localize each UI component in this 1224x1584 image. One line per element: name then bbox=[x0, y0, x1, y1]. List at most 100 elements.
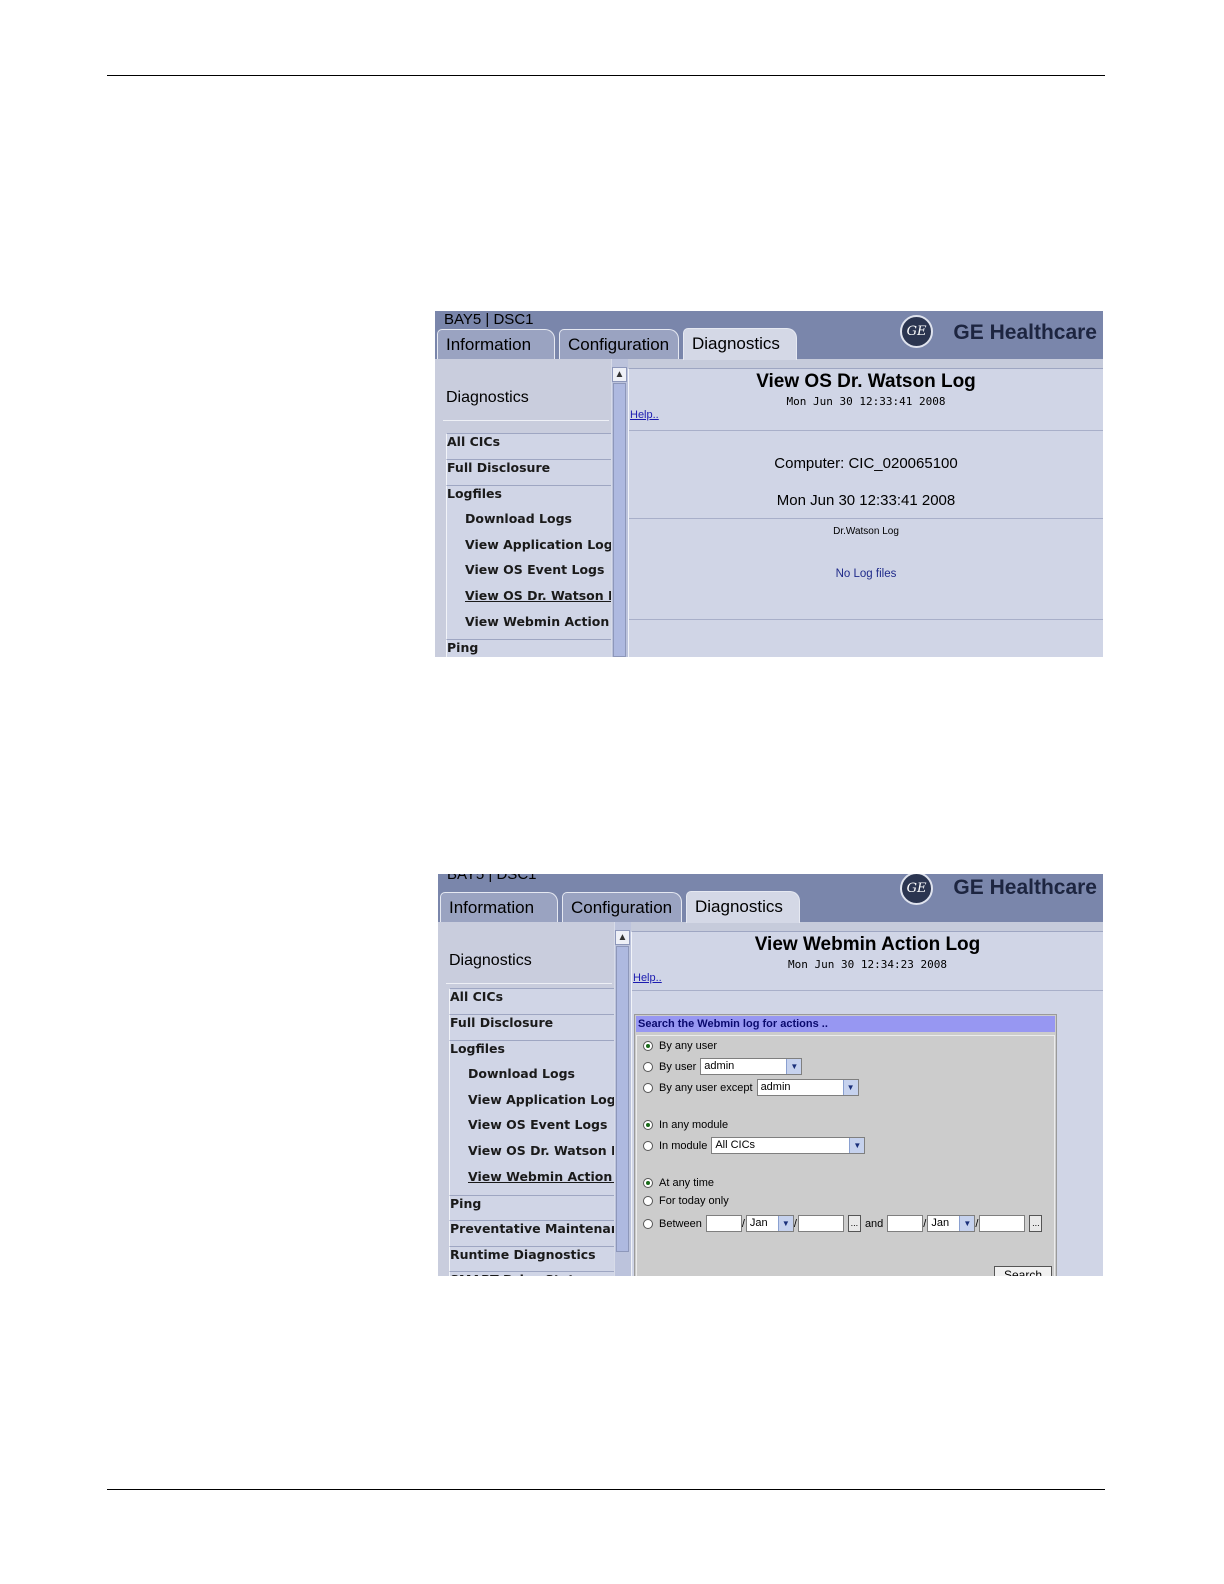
divider bbox=[629, 430, 1103, 431]
sidebar-item-download-logs[interactable]: Download Logs bbox=[468, 1066, 614, 1081]
divider bbox=[629, 619, 1103, 620]
chevron-down-icon: ▼ bbox=[786, 1059, 802, 1074]
help-link[interactable]: Help.. bbox=[633, 972, 662, 984]
radio-at-any-time[interactable] bbox=[643, 1178, 653, 1188]
webmin-action-log-screenshot: BAY5 | DSC1 Information Configuration Di… bbox=[438, 874, 1103, 1276]
sidebar: Diagnostics All CICs Full Disclosure Log… bbox=[435, 359, 612, 657]
radio-by-any-user-except[interactable] bbox=[643, 1082, 653, 1093]
tab-information[interactable]: Information bbox=[437, 329, 555, 359]
radio-between[interactable] bbox=[643, 1218, 653, 1229]
brand-name: GE Healthcare bbox=[953, 876, 1097, 899]
computer-name: Computer: CIC_020065100 bbox=[774, 455, 958, 472]
dr-watson-log-screenshot: BAY5 | DSC1 Information Configuration Di… bbox=[435, 311, 1103, 657]
by-user-label: By user bbox=[659, 1060, 697, 1073]
sidebar-item-view-webmin-action-log[interactable]: View Webmin Action Log bbox=[468, 1169, 614, 1184]
sidebar-item-view-dr-watson-log[interactable]: View OS Dr. Watson Log bbox=[465, 588, 611, 603]
by-user-select-value: admin bbox=[704, 1060, 735, 1072]
from-year-input[interactable] bbox=[797, 1215, 844, 1232]
scroll-thumb[interactable] bbox=[613, 383, 626, 657]
tab-diagnostics[interactable]: Diagnostics bbox=[686, 891, 800, 923]
form-heading: Search the Webmin log for actions .. bbox=[636, 1016, 1055, 1032]
sidebar-item-smart-drive-status[interactable]: SMART Drive Status bbox=[449, 1271, 615, 1276]
page-top-rule bbox=[107, 75, 1105, 76]
log-title: Dr.Watson Log bbox=[833, 526, 899, 537]
by-any-user-option[interactable]: By any user bbox=[643, 1040, 717, 1052]
in-any-module-label: In any module bbox=[659, 1119, 729, 1131]
tab-configuration[interactable]: Configuration bbox=[559, 329, 679, 359]
sidebar-divider bbox=[443, 420, 609, 421]
page-date: Mon Jun 30 12:34:23 2008 bbox=[788, 958, 947, 971]
webmin-search-form: Search the Webmin log for actions .. By … bbox=[634, 1014, 1057, 1276]
to-year-input[interactable] bbox=[979, 1215, 1026, 1232]
by-any-user-label: By any user bbox=[659, 1040, 718, 1052]
form-body: By any user By user admin ▼ By any user … bbox=[636, 1035, 1055, 1276]
tab-information[interactable]: Information bbox=[440, 892, 558, 922]
radio-in-any-module[interactable] bbox=[643, 1120, 653, 1130]
scroll-thumb[interactable] bbox=[616, 946, 629, 1252]
sidebar-item-view-application-logs[interactable]: View Application Logs bbox=[468, 1092, 614, 1107]
for-today-only-option[interactable]: For today only bbox=[643, 1195, 729, 1207]
radio-for-today-only[interactable] bbox=[643, 1196, 653, 1206]
from-month-value: Jan bbox=[749, 1217, 768, 1229]
sidebar-divider bbox=[446, 983, 612, 984]
sidebar-item-download-logs[interactable]: Download Logs bbox=[465, 511, 611, 526]
chevron-down-icon: ▼ bbox=[849, 1138, 865, 1153]
sidebar-heading: Diagnostics bbox=[446, 389, 529, 406]
sidebar-item-view-os-event-logs[interactable]: View OS Event Logs bbox=[468, 1117, 614, 1132]
to-day-input[interactable] bbox=[887, 1215, 924, 1232]
by-any-user-except-label: By any user except bbox=[659, 1081, 753, 1094]
to-date-picker-button[interactable]: ... bbox=[1029, 1215, 1043, 1232]
chevron-down-icon: ▼ bbox=[842, 1080, 858, 1095]
from-month-select[interactable]: Jan ▼ bbox=[745, 1215, 794, 1232]
from-date-picker-button[interactable]: ... bbox=[847, 1215, 861, 1232]
between-label: Between bbox=[659, 1217, 702, 1230]
sidebar-item-view-dr-watson-log[interactable]: View OS Dr. Watson Log bbox=[468, 1143, 614, 1158]
divider bbox=[632, 990, 1103, 991]
and-label: and bbox=[864, 1217, 884, 1230]
chevron-down-icon: ▼ bbox=[959, 1216, 975, 1231]
tab-diagnostics[interactable]: Diagnostics bbox=[683, 328, 797, 360]
page-title: View Webmin Action Log bbox=[754, 934, 981, 955]
sidebar: Diagnostics All CICs Full Disclosure Log… bbox=[438, 922, 615, 1276]
date-separator: / bbox=[975, 1217, 979, 1230]
search-button[interactable]: Search bbox=[994, 1266, 1052, 1276]
between-option[interactable]: Between / Jan ▼ / ... and / Jan ▼ / ... bbox=[643, 1215, 1043, 1232]
by-any-user-except-select[interactable]: admin ▼ bbox=[756, 1079, 859, 1096]
for-today-only-label: For today only bbox=[659, 1195, 729, 1207]
window-title: BAY5 | DSC1 bbox=[447, 874, 537, 883]
radio-by-any-user[interactable] bbox=[643, 1041, 653, 1051]
sidebar-item-view-webmin-action-log[interactable]: View Webmin Action Log bbox=[465, 614, 611, 629]
to-month-value: Jan bbox=[931, 1217, 950, 1229]
scroll-up-arrow-icon[interactable]: ▲ bbox=[615, 930, 630, 945]
by-any-user-except-option[interactable]: By any user except admin ▼ bbox=[643, 1079, 859, 1096]
by-user-select[interactable]: admin ▼ bbox=[700, 1058, 803, 1075]
from-day-input[interactable] bbox=[705, 1215, 742, 1232]
in-module-label: In module bbox=[659, 1139, 708, 1152]
tab-configuration[interactable]: Configuration bbox=[562, 892, 682, 922]
sidebar-item-ping[interactable]: Ping bbox=[446, 639, 612, 657]
in-any-module-option[interactable]: In any module bbox=[643, 1119, 728, 1131]
scroll-up-arrow-icon[interactable]: ▲ bbox=[612, 367, 627, 382]
no-log-files-message: No Log files bbox=[835, 568, 897, 580]
sidebar-item-view-application-logs[interactable]: View Application Logs bbox=[465, 537, 611, 552]
header-bar: BAY5 | DSC1 Information Configuration Di… bbox=[435, 311, 1103, 360]
sidebar-scrollbar[interactable]: ▲ bbox=[614, 922, 631, 1276]
radio-by-user[interactable] bbox=[643, 1061, 653, 1072]
page-bottom-rule bbox=[107, 1489, 1105, 1490]
by-user-option[interactable]: By user admin ▼ bbox=[643, 1058, 803, 1075]
to-month-select[interactable]: Jan ▼ bbox=[927, 1215, 976, 1232]
in-module-select-value: All CICs bbox=[715, 1139, 756, 1151]
sidebar-scrollbar[interactable]: ▲ bbox=[611, 359, 628, 657]
in-module-select[interactable]: All CICs ▼ bbox=[711, 1137, 866, 1154]
at-any-time-option[interactable]: At any time bbox=[643, 1177, 714, 1189]
help-link[interactable]: Help.. bbox=[630, 409, 659, 421]
brand-name: GE Healthcare bbox=[953, 321, 1097, 344]
computer-date: Mon Jun 30 12:33:41 2008 bbox=[776, 492, 956, 509]
page-date: Mon Jun 30 12:33:41 2008 bbox=[786, 395, 946, 408]
divider bbox=[629, 518, 1103, 519]
chevron-down-icon: ▼ bbox=[777, 1216, 793, 1231]
ge-logo-icon: GE bbox=[900, 874, 933, 905]
radio-in-module[interactable] bbox=[643, 1140, 653, 1151]
sidebar-item-view-os-event-logs[interactable]: View OS Event Logs bbox=[465, 562, 611, 577]
in-module-option[interactable]: In module All CICs ▼ bbox=[643, 1137, 866, 1154]
